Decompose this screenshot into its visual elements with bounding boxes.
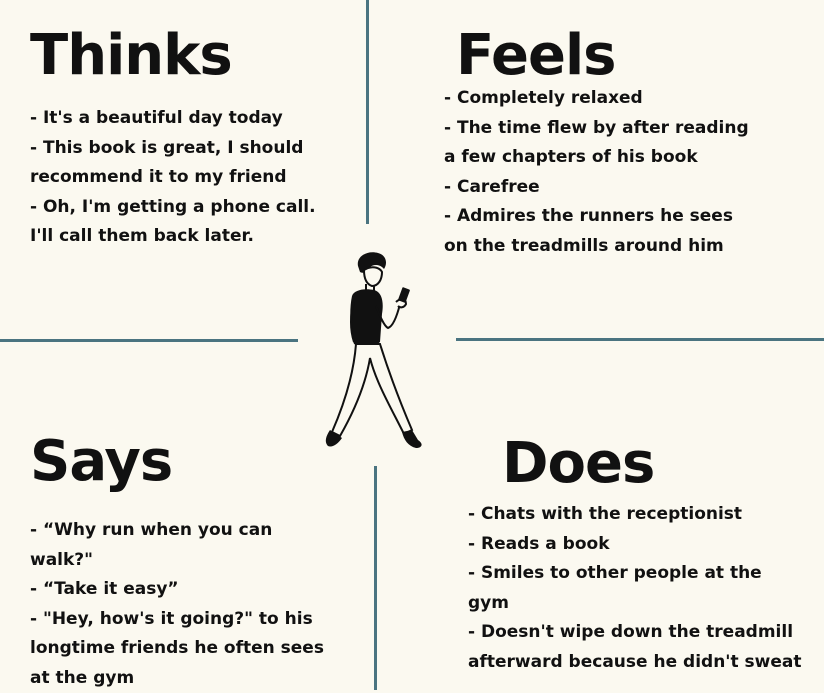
list-item: - Admires the runners he sees on the tre… [444,202,759,261]
list-item: - “Why run when you can walk?" [30,516,330,575]
feels-list: - Completely relaxed - The time flew by … [444,84,759,261]
list-item: - “Take it easy” [30,575,330,605]
walking-person-reading-phone-icon [318,250,428,464]
does-list: - Chats with the receptionist - Reads a … [468,500,808,677]
says-title: Says [30,434,172,490]
list-item: - Chats with the receptionist [468,500,808,530]
divider-vertical-bottom [374,466,377,690]
list-item: - Completely relaxed [444,84,759,114]
list-item: - Oh, I'm getting a phone call. I'll cal… [30,193,330,252]
thinks-list: - It's a beautiful day today - This book… [30,104,330,252]
list-item: - Smiles to other people at the gym [468,559,808,618]
divider-horizontal-right [456,338,824,341]
list-item: - This book is great, I should recommend… [30,134,330,193]
list-item: - It's a beautiful day today [30,104,330,134]
feels-title: Feels [456,28,615,84]
list-item: - "Hey, how's it going?" to his longtime… [30,605,330,693]
list-item: - Carefree [444,173,759,203]
list-item: - Reads a book [468,530,808,560]
divider-horizontal-left [0,339,298,342]
does-title: Does [502,436,654,492]
thinks-title: Thinks [30,28,232,84]
says-list: - “Why run when you can walk?" - “Take i… [30,516,330,693]
list-item: - Doesn't wipe down the treadmill afterw… [468,618,808,677]
list-item: - The time flew by after reading a few c… [444,114,759,173]
divider-vertical-top [366,0,369,224]
